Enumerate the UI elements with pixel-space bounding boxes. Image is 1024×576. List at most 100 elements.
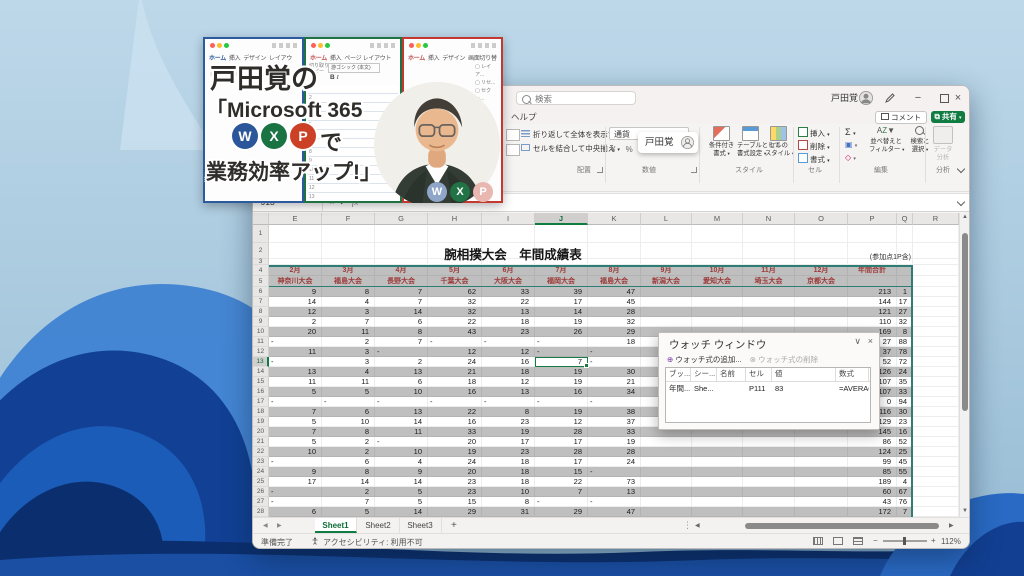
alignment-dialog-launcher[interactable]: [597, 167, 603, 173]
cell-F24[interactable]: 8: [322, 467, 375, 477]
cell-F2[interactable]: [322, 243, 375, 259]
cell-G20[interactable]: 11: [375, 427, 428, 437]
expand-formula-bar-chevron[interactable]: [957, 198, 965, 206]
cell-N22[interactable]: [743, 447, 795, 457]
cell-G9[interactable]: 6: [375, 317, 428, 327]
cell-Q24[interactable]: 55: [897, 467, 913, 477]
cell-E19[interactable]: 5: [269, 417, 322, 427]
cell-I13[interactable]: 16: [482, 357, 535, 367]
cell-K5[interactable]: 福島大会: [588, 276, 641, 287]
cell-E2[interactable]: [269, 243, 322, 259]
cell-N21[interactable]: [743, 437, 795, 447]
row-header-20[interactable]: 20: [253, 427, 269, 437]
row-header-27[interactable]: 27: [253, 497, 269, 507]
row-header-11[interactable]: 11: [253, 337, 269, 347]
cell-I4[interactable]: 6月: [482, 265, 535, 276]
add-watch-button[interactable]: ⊕ ウォッチ式の追加... ⊗ ウォッチ式の削除: [667, 354, 818, 365]
cell-R22[interactable]: [913, 447, 959, 457]
cell-I16[interactable]: 13: [482, 387, 535, 397]
cell-J21[interactable]: 17: [535, 437, 588, 447]
cell-E12[interactable]: 11: [269, 347, 322, 357]
cell-F19[interactable]: 10: [322, 417, 375, 427]
cell-G18[interactable]: 13: [375, 407, 428, 417]
cell-Q5[interactable]: [897, 276, 913, 287]
cell-E23[interactable]: -: [269, 457, 322, 467]
cell-O22[interactable]: [795, 447, 848, 457]
cell-I12[interactable]: 12: [482, 347, 535, 357]
cell-M8[interactable]: [692, 307, 743, 317]
row-header-6[interactable]: 6: [253, 287, 269, 297]
cell-R2[interactable]: [913, 243, 959, 259]
cell-K7[interactable]: 45: [588, 297, 641, 307]
cell-Q25[interactable]: 4: [897, 477, 913, 487]
cell-E24[interactable]: 9: [269, 467, 322, 477]
sheet-nav-left[interactable]: ◀: [263, 522, 268, 529]
cell-I28[interactable]: 31: [482, 507, 535, 517]
cell-M27[interactable]: [692, 497, 743, 507]
cell-R26[interactable]: [913, 487, 959, 497]
cell-J7[interactable]: 17: [535, 297, 588, 307]
cell-K18[interactable]: 38: [588, 407, 641, 417]
cell-F9[interactable]: 7: [322, 317, 375, 327]
cell-I25[interactable]: 18: [482, 477, 535, 487]
cell-G24[interactable]: 9: [375, 467, 428, 477]
cell-F27[interactable]: 7: [322, 497, 375, 507]
cell-H6[interactable]: 62: [428, 287, 482, 297]
cell-K6[interactable]: 47: [588, 287, 641, 297]
cell-H21[interactable]: 20: [428, 437, 482, 447]
column-header-O[interactable]: O: [795, 213, 848, 225]
cell-R27[interactable]: [913, 497, 959, 507]
cell-J16[interactable]: 16: [535, 387, 588, 397]
cell-N1[interactable]: [743, 225, 795, 243]
row-header-13[interactable]: 13: [253, 357, 269, 367]
cell-G17[interactable]: -: [375, 397, 428, 407]
cell-E28[interactable]: 6: [269, 507, 322, 517]
column-header-L[interactable]: L: [641, 213, 692, 225]
cell-Q18[interactable]: 30: [897, 407, 913, 417]
clear-button[interactable]: ◇ ▾: [845, 153, 856, 162]
cell-J13[interactable]: 7: [535, 357, 588, 367]
cell-R25[interactable]: [913, 477, 959, 487]
cell-L2[interactable]: [641, 243, 692, 259]
cell-O26[interactable]: [795, 487, 848, 497]
cell-J18[interactable]: 19: [535, 407, 588, 417]
cell-H12[interactable]: 12: [428, 347, 482, 357]
cell-O9[interactable]: [795, 317, 848, 327]
cell-H15[interactable]: 18: [428, 377, 482, 387]
row-header-17[interactable]: 17: [253, 397, 269, 407]
cell-G27[interactable]: 5: [375, 497, 428, 507]
sheet-tab-sheet2[interactable]: Sheet2: [357, 518, 400, 533]
column-header-N[interactable]: N: [743, 213, 795, 225]
row-header-28[interactable]: 28: [253, 507, 269, 517]
cell-Q23[interactable]: 45: [897, 457, 913, 467]
column-header-I[interactable]: I: [482, 213, 535, 225]
cell-I6[interactable]: 33: [482, 287, 535, 297]
cell-R14[interactable]: [913, 367, 959, 377]
cell-K26[interactable]: 13: [588, 487, 641, 497]
cell-I11[interactable]: -: [482, 337, 535, 347]
cell-O2[interactable]: [795, 243, 848, 259]
hscroll-left-arrow[interactable]: ◀: [695, 522, 700, 529]
cell-I20[interactable]: 19: [482, 427, 535, 437]
cell-K15[interactable]: 21: [588, 377, 641, 387]
cell-Q13[interactable]: 72: [897, 357, 913, 367]
cell-G2[interactable]: [375, 243, 428, 259]
cell-N24[interactable]: [743, 467, 795, 477]
cell-M24[interactable]: [692, 467, 743, 477]
cell-F11[interactable]: 2: [322, 337, 375, 347]
cell-H25[interactable]: 23: [428, 477, 482, 487]
cell-O24[interactable]: [795, 467, 848, 477]
cell-F14[interactable]: 4: [322, 367, 375, 377]
cell-K2[interactable]: [588, 243, 641, 259]
cell-G8[interactable]: 14: [375, 307, 428, 317]
cell-Q1[interactable]: [897, 225, 913, 243]
watch-window-close-icon[interactable]: ×: [868, 336, 873, 346]
page-break-view-button[interactable]: [853, 537, 863, 545]
cell-M6[interactable]: [692, 287, 743, 297]
cell-I5[interactable]: 大阪大会: [482, 276, 535, 287]
cell-I26[interactable]: 10: [482, 487, 535, 497]
cell-G4[interactable]: 4月: [375, 265, 428, 276]
sort-filter-button[interactable]: AZ▼ 並べ替えとフィルター ▾: [869, 126, 903, 153]
row-header-4[interactable]: 4: [253, 265, 269, 276]
comments-button[interactable]: コメント: [875, 111, 927, 124]
